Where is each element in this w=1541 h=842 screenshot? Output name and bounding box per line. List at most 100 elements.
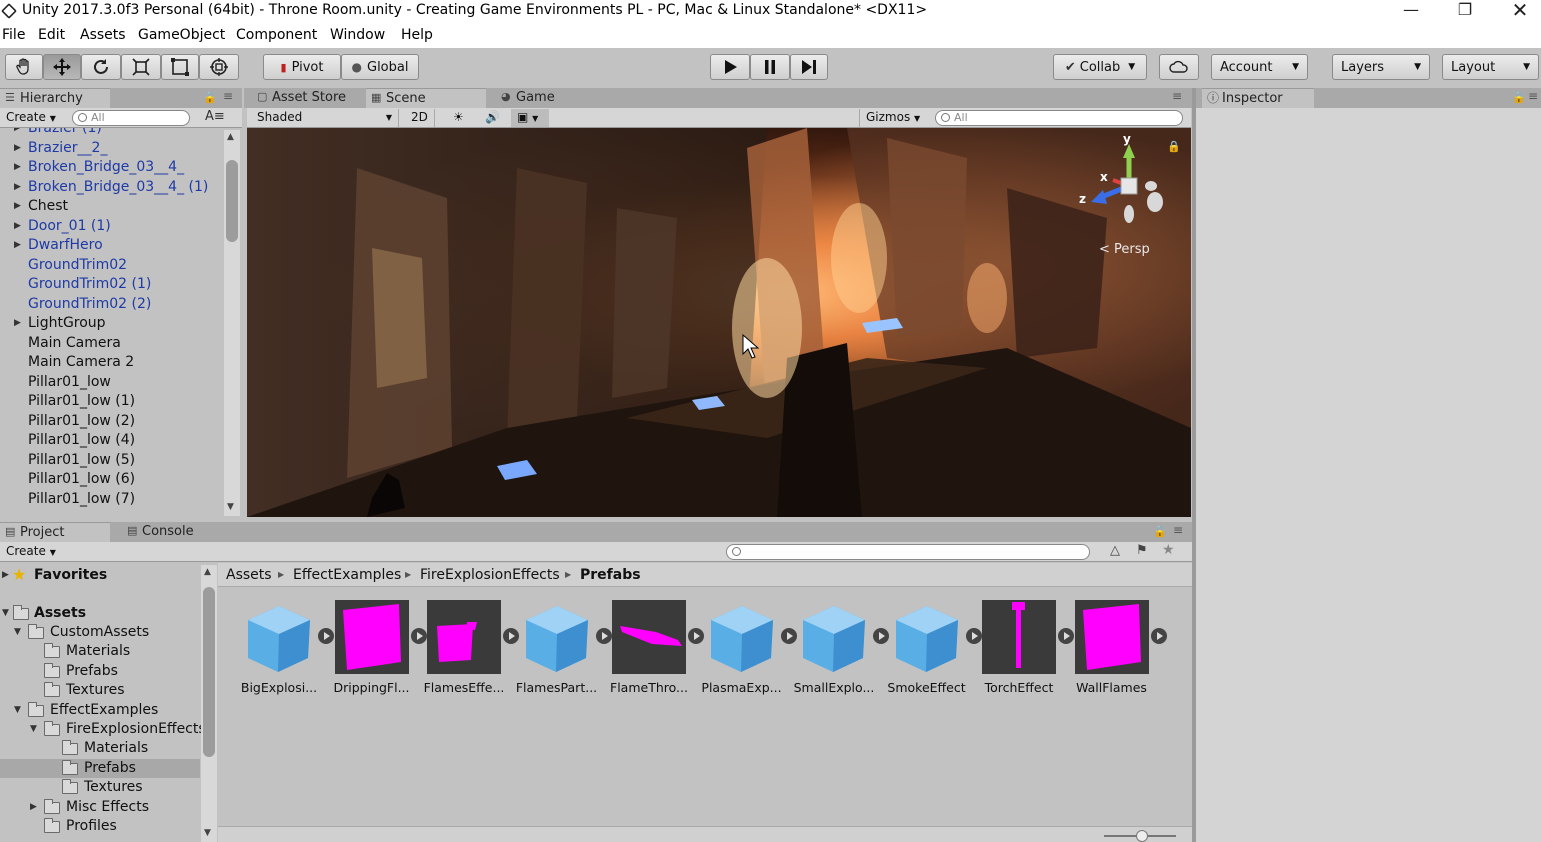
hierarchy-item[interactable]: Pillar01_low (7) [0, 490, 222, 509]
chevron-right-icon[interactable]: ▶ [14, 314, 21, 333]
hierarchy-item[interactable]: GroundTrim02 (2) [0, 295, 222, 314]
asset-tile[interactable]: SmokeEffect [868, 600, 982, 700]
close-icon[interactable]: ✕ [1497, 0, 1541, 22]
breadcrumb-item-effectexamples[interactable]: EffectExamples [293, 567, 401, 583]
asset-tile[interactable]: SmallExplo... [775, 600, 889, 700]
menu-help[interactable]: Help [401, 27, 433, 43]
transform-tool-button[interactable] [199, 54, 239, 80]
menu-file[interactable]: File [2, 27, 25, 43]
scale-tool-button[interactable] [121, 54, 161, 80]
collab-dropdown[interactable]: ✔ Collab ▼ [1053, 54, 1147, 80]
menu-component[interactable]: Component [236, 27, 317, 43]
global-toggle-button[interactable]: ● Global [341, 54, 419, 80]
project-search-input[interactable] [726, 544, 1090, 560]
hierarchy-item[interactable]: GroundTrim02 [0, 256, 222, 275]
chevron-down-icon[interactable]: ▼ [30, 720, 37, 739]
move-tool-button[interactable] [43, 54, 81, 80]
asset-tile[interactable]: PlasmaExp... [683, 600, 797, 700]
step-button[interactable] [790, 54, 828, 80]
breadcrumb-item-fireexplosioneffects[interactable]: FireExplosionEffects [420, 567, 560, 583]
tab-hierarchy[interactable]: ☰ Hierarchy [0, 88, 110, 108]
menu-assets[interactable]: Assets [80, 27, 126, 43]
scene-gizmo[interactable]: y x z [1079, 132, 1179, 236]
cloud-button[interactable] [1159, 54, 1199, 80]
hierarchy-scrollbar[interactable]: ▲ ▼ [224, 130, 240, 516]
folder-row[interactable]: Materials [0, 739, 200, 758]
folder-row[interactable]: Textures [0, 778, 200, 797]
slider-handle[interactable] [1136, 830, 1148, 842]
pause-button[interactable] [750, 54, 790, 80]
audio-toggle[interactable]: 🔊 [479, 109, 506, 127]
play-button[interactable] [710, 54, 750, 80]
asset-tile[interactable]: WallFlames [1053, 600, 1167, 700]
expand-prefab-icon[interactable] [1150, 628, 1167, 644]
star-icon[interactable]: ★ [1162, 542, 1175, 558]
hierarchy-item[interactable]: Pillar01_low [0, 373, 222, 392]
rotate-tool-button[interactable] [81, 54, 121, 80]
folder-row[interactable]: ▼ CustomAssets [0, 623, 200, 642]
pivot-toggle-button[interactable]: ▮ Pivot [263, 54, 341, 80]
folder-row[interactable]: ▼ FireExplosionEffects [0, 720, 206, 739]
hierarchy-item[interactable]: ▶ Broken_Bridge_03__4_ (1) [0, 178, 222, 197]
rect-tool-button[interactable] [161, 54, 199, 80]
folder-row[interactable]: Materials [0, 642, 200, 661]
perspective-label[interactable]: < Persp [1099, 242, 1150, 257]
breadcrumb-item-assets[interactable]: Assets [226, 567, 272, 583]
account-dropdown[interactable]: Account ▼ [1211, 54, 1308, 80]
chevron-down-icon[interactable]: ▼ [14, 623, 21, 642]
gizmo-lock-icon[interactable]: 🔒 [1167, 140, 1181, 153]
lighting-toggle[interactable]: ☀ [447, 109, 470, 127]
scroll-down-icon[interactable]: ▼ [227, 502, 234, 512]
restore-icon[interactable]: ❐ [1442, 0, 1488, 22]
scene-search-input[interactable]: All [935, 110, 1183, 126]
chevron-right-icon[interactable]: ▶ [14, 178, 21, 197]
hand-tool-button[interactable] [5, 54, 43, 80]
hierarchy-create-button[interactable]: Create ▼ [0, 109, 62, 127]
hierarchy-item[interactable]: ▶ Chest [0, 197, 222, 216]
layers-dropdown[interactable]: Layers ▼ [1332, 54, 1430, 80]
asset-tile[interactable]: BigExplosi... [220, 600, 334, 700]
2d-toggle[interactable]: 2D [405, 109, 435, 127]
project-tree-scrollbar[interactable]: ▲ ▼ [201, 565, 217, 842]
project-create-button[interactable]: Create ▼ [0, 543, 62, 561]
hierarchy-item[interactable]: ▶ LightGroup [0, 314, 222, 333]
hierarchy-item[interactable]: Pillar01_low (6) [0, 470, 222, 489]
effects-dropdown[interactable]: ▣ ▼ [511, 109, 549, 127]
panel-menu-icon[interactable]: ≡ [1528, 89, 1538, 103]
hierarchy-item[interactable]: Main Camera [0, 334, 222, 353]
asset-tile[interactable]: FlamesPart... [498, 600, 612, 700]
chevron-right-icon[interactable]: ▶ [30, 798, 37, 817]
hierarchy-item[interactable]: Pillar01_low (5) [0, 451, 222, 470]
hierarchy-item[interactable]: ▶ Brazier__2_ [0, 139, 222, 158]
chevron-right-icon[interactable]: ▶ [14, 128, 21, 138]
chevron-right-icon[interactable]: ▶ [14, 139, 21, 158]
chevron-right-icon[interactable]: ▶ [14, 236, 21, 255]
folder-row[interactable]: Prefabs [0, 758, 200, 778]
chevron-right-icon[interactable]: ▶ [14, 197, 21, 216]
shading-dropdown[interactable]: Shaded ▼ [251, 109, 399, 127]
chevron-right-icon[interactable]: ▶ [14, 158, 21, 177]
tab-asset-store[interactable]: ▢ Asset Store [252, 88, 362, 108]
chevron-right-icon[interactable]: ▶ [14, 217, 21, 236]
tab-scene[interactable]: ▦ Scene [366, 88, 486, 108]
hierarchy-item[interactable]: ▶ DwarfHero [0, 236, 222, 255]
panel-menu-icon[interactable]: ≡ [1172, 89, 1182, 103]
scroll-up-icon[interactable]: ▲ [204, 567, 211, 577]
scroll-down-icon[interactable]: ▼ [204, 828, 211, 838]
tab-project[interactable]: ▤ Project [0, 522, 110, 542]
folder-row[interactable]: Textures [0, 681, 200, 700]
panel-divider[interactable] [1192, 88, 1196, 842]
asset-tile[interactable]: TorchEffect [960, 600, 1074, 700]
panel-menu-icon[interactable]: ≡ [1173, 523, 1183, 537]
hierarchy-item[interactable]: Pillar01_low (4) [0, 431, 222, 450]
lock-icon[interactable]: 🔒 [1153, 525, 1167, 538]
minimize-icon[interactable]: — [1388, 0, 1434, 22]
tab-game[interactable]: ◕ Game [496, 88, 586, 108]
folder-row[interactable]: Profiles [0, 817, 200, 836]
favorites-row[interactable]: ▶ ★ Favorites [0, 565, 200, 585]
hierarchy-item[interactable]: ▶ Door_01 (1) [0, 217, 222, 236]
menu-edit[interactable]: Edit [38, 27, 65, 43]
asset-tile[interactable]: FlamesEffe... [405, 600, 519, 700]
scroll-up-icon[interactable]: ▲ [227, 132, 234, 142]
hierarchy-item[interactable]: Pillar01_low (1) [0, 392, 222, 411]
